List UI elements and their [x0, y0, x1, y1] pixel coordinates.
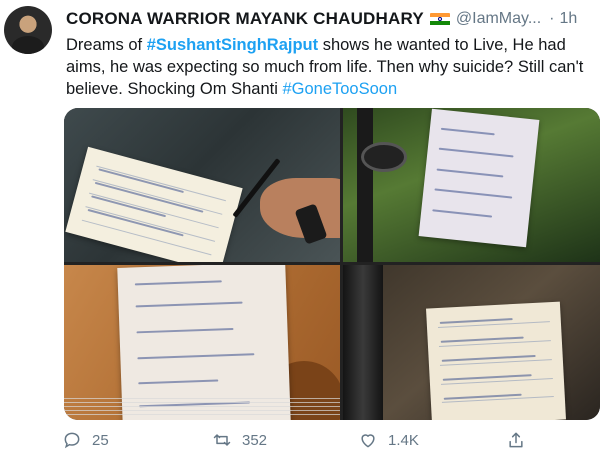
- photo-3[interactable]: [64, 265, 340, 420]
- photo-4[interactable]: [343, 265, 600, 420]
- photo-1[interactable]: [64, 108, 340, 262]
- tweet-actions: 25 352 1.4K: [62, 430, 600, 450]
- tweet-header: CORONA WARRIOR MAYANK CHAUDHARY @IamMay.…: [66, 8, 592, 30]
- media-grid: [64, 108, 600, 420]
- photo-2[interactable]: [343, 108, 600, 262]
- user-handle[interactable]: @IamMay...: [456, 10, 541, 28]
- tweet-text-part: Dreams of: [66, 36, 147, 54]
- timestamp[interactable]: 1h: [560, 10, 578, 28]
- guitar-strings: [64, 395, 340, 415]
- separator-dot: ·: [549, 10, 555, 27]
- retweet-icon: [213, 434, 231, 446]
- handwritten-note: [426, 301, 566, 420]
- microphone-stand-image: [343, 265, 383, 420]
- handwritten-note: [418, 108, 540, 248]
- tweet-text: Dreams of #SushantSinghRajput shows he w…: [66, 34, 592, 100]
- like-button[interactable]: 1.4K: [358, 430, 419, 450]
- stand-clamp-image: [361, 142, 407, 172]
- display-name[interactable]: CORONA WARRIOR MAYANK CHAUDHARY: [66, 9, 424, 29]
- retweet-count: 352: [242, 431, 268, 449]
- india-flag-icon: [429, 12, 450, 26]
- reply-button[interactable]: 25: [62, 430, 109, 450]
- handwritten-note: [65, 146, 243, 262]
- reply-count: 25: [92, 431, 109, 449]
- share-icon: [509, 432, 523, 448]
- hashtag-link[interactable]: #SushantSinghRajput: [147, 36, 318, 54]
- stand-image: [357, 108, 373, 262]
- retweet-button[interactable]: 352: [212, 430, 267, 450]
- reply-icon: [64, 432, 80, 449]
- heart-icon: [361, 434, 375, 448]
- like-count: 1.4K: [388, 431, 419, 449]
- share-button[interactable]: [506, 430, 526, 450]
- avatar[interactable]: [4, 6, 52, 54]
- hashtag-link[interactable]: #GoneTooSoon: [282, 80, 397, 98]
